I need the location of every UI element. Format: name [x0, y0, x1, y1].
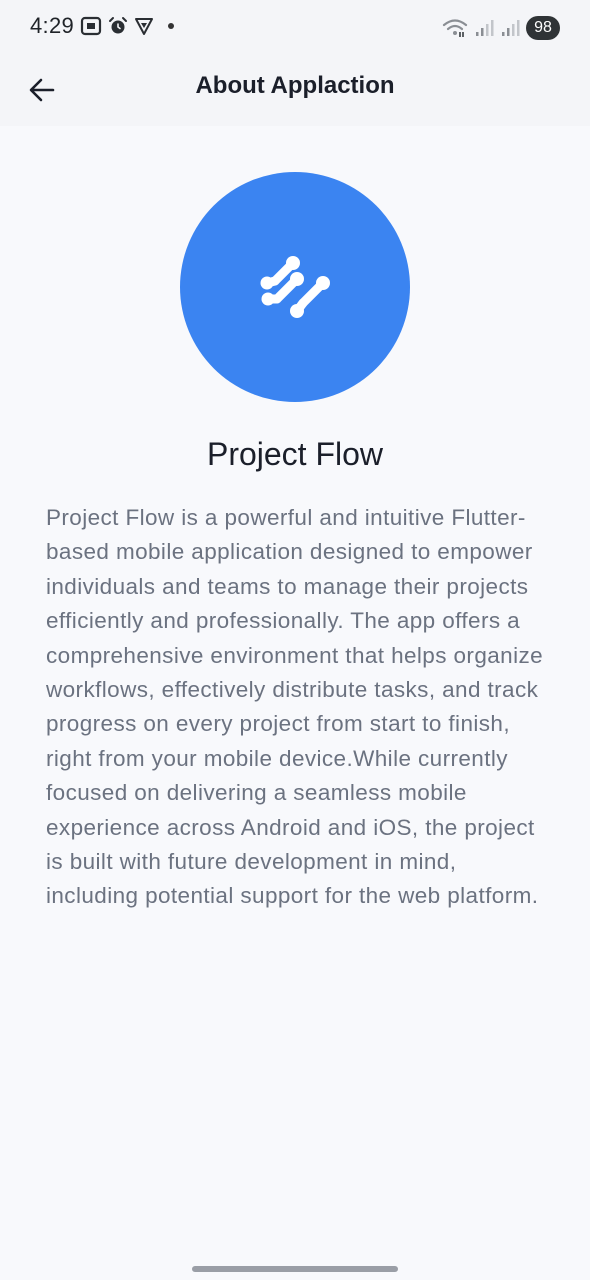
vpn-icon — [135, 18, 153, 35]
notification-dot — [168, 23, 174, 29]
screenshot-icon — [80, 16, 102, 36]
page-title: About Applaction — [195, 72, 395, 99]
project-flow-logo-icon — [260, 256, 330, 318]
wifi-icon — [442, 19, 468, 37]
signal-icon-2 — [502, 20, 520, 36]
app-bar: About Applaction — [0, 58, 590, 126]
status-bar: 4:29 98 — [0, 0, 590, 58]
battery-level: 98 — [526, 16, 560, 40]
status-icons-left — [80, 16, 174, 36]
app-description: Project Flow is a powerful and intuitive… — [46, 505, 544, 909]
status-icons-right: 98 — [442, 16, 560, 40]
home-indicator[interactable] — [192, 1266, 398, 1272]
signal-icon — [476, 20, 494, 36]
app-logo — [180, 172, 410, 402]
alarm-icon — [109, 17, 127, 34]
status-time: 4:29 — [30, 13, 75, 38]
app-name: Project Flow — [206, 436, 384, 472]
